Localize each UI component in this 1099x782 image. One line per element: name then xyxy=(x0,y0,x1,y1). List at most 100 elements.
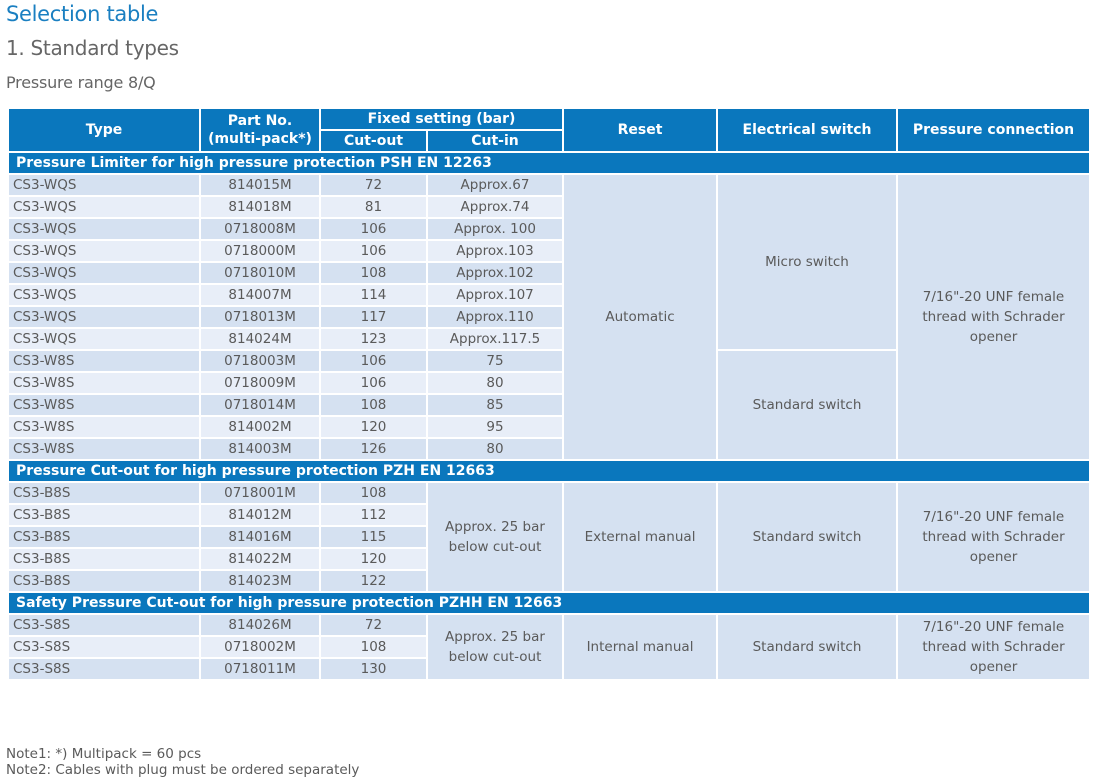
cell-type: CS3-S8S xyxy=(7,635,201,659)
cell-part-no: 814007M xyxy=(199,283,321,307)
cell-cut-out: 108 xyxy=(319,635,428,659)
cell-type: CS3-W8S xyxy=(7,415,201,439)
header-part-no: Part No. (multi-pack*) xyxy=(199,107,321,153)
cell-reset: External manual xyxy=(562,481,719,593)
cell-cut-out: 106 xyxy=(319,349,428,373)
cell-type: CS3-B8S xyxy=(7,503,201,527)
section-header: Safety Pressure Cut-out for high pressur… xyxy=(6,591,1092,615)
cell-part-no: 814022M xyxy=(199,547,321,571)
cell-electrical-switch: Standard switch xyxy=(716,349,899,461)
cell-part-no: 814012M xyxy=(199,503,321,527)
cell-cut-out: 72 xyxy=(319,613,428,637)
cell-cut-out: 106 xyxy=(319,371,428,395)
cell-type: CS3-B8S xyxy=(7,525,201,549)
cell-cut-in: 80 xyxy=(425,371,565,395)
cell-electrical-switch: Standard switch xyxy=(716,481,899,593)
table-header: Type Part No. (multi-pack*) Fixed settin… xyxy=(7,107,1092,153)
section-header: Pressure Cut-out for high pressure prote… xyxy=(6,459,1092,483)
cell-part-no: 814003M xyxy=(199,437,321,461)
note-2: Note2: Cables with plug must be ordered … xyxy=(6,762,360,778)
header-type: Type xyxy=(7,107,201,153)
cell-cut-out: 120 xyxy=(319,415,428,439)
section-title: Pressure Cut-out for high pressure prote… xyxy=(6,459,1092,483)
selection-table: Type Part No. (multi-pack*) Fixed settin… xyxy=(6,107,1092,681)
cell-cut-out: 81 xyxy=(319,195,428,219)
cell-cut-in: Approx.110 xyxy=(425,305,565,329)
cell-cut-out: 114 xyxy=(319,283,428,307)
cell-cut-in: Approx. 25 bar below cut-out xyxy=(425,613,565,681)
cell-cut-in: Approx.117.5 xyxy=(425,327,565,351)
cell-type: CS3-WQS xyxy=(7,195,201,219)
cell-type: CS3-W8S xyxy=(7,349,201,373)
cell-type: CS3-WQS xyxy=(7,239,201,263)
table-body: Pressure Limiter for high pressure prote… xyxy=(6,151,1092,681)
cell-part-no: 0718009M xyxy=(199,371,321,395)
cell-part-no: 0718001M xyxy=(199,481,321,505)
section-subtitle: 1. Standard types xyxy=(6,36,179,60)
cell-part-no: 814018M xyxy=(199,195,321,219)
cell-cut-out: 106 xyxy=(319,217,428,241)
cell-part-no: 814016M xyxy=(199,525,321,549)
cell-part-no: 0718010M xyxy=(199,261,321,285)
header-electrical-switch: Electrical switch xyxy=(716,107,899,153)
cell-type: CS3-WQS xyxy=(7,305,201,329)
cell-type: CS3-WQS xyxy=(7,217,201,241)
cell-type: CS3-B8S xyxy=(7,547,201,571)
cell-cut-in: 95 xyxy=(425,415,565,439)
note-1: Note1: *) Multipack = 60 pcs xyxy=(6,746,202,762)
cell-cut-out: 108 xyxy=(319,261,428,285)
cell-part-no: 0718008M xyxy=(199,217,321,241)
cell-part-no: 0718013M xyxy=(199,305,321,329)
cell-part-no: 814024M xyxy=(199,327,321,351)
cell-cut-out: 117 xyxy=(319,305,428,329)
cell-reset: Internal manual xyxy=(562,613,719,681)
cell-pressure-connection: 7/16"-20 UNF female thread with Schrader… xyxy=(896,481,1092,593)
cell-cut-in: 85 xyxy=(425,393,565,417)
header-cut-in: Cut-in xyxy=(425,129,565,153)
cell-cut-out: 120 xyxy=(319,547,428,571)
cell-part-no: 814015M xyxy=(199,173,321,197)
cell-cut-out: 123 xyxy=(319,327,428,351)
cell-type: CS3-S8S xyxy=(7,613,201,637)
header-reset: Reset xyxy=(562,107,719,153)
cell-cut-out: 108 xyxy=(319,393,428,417)
cell-cut-in: Approx.107 xyxy=(425,283,565,307)
cell-part-no: 814023M xyxy=(199,569,321,593)
cell-type: CS3-W8S xyxy=(7,393,201,417)
table-row: CS3-WQS 814015M 72 Approx.67 Automatic Micro … xyxy=(7,173,1092,461)
section-title: Safety Pressure Cut-out for high pressur… xyxy=(6,591,1092,615)
cell-type: CS3-WQS xyxy=(7,327,201,351)
cell-cut-in: Approx. 100 xyxy=(425,217,565,241)
section-title: Pressure Limiter for high pressure prote… xyxy=(6,151,1092,175)
cell-cut-in: Approx.103 xyxy=(425,239,565,263)
cell-part-no: 0718003M xyxy=(199,349,321,373)
cell-type: CS3-WQS xyxy=(7,261,201,285)
notes: Note1: *) Multipack = 60 pcs Note2: Cabl… xyxy=(6,746,359,778)
cell-cut-in: Approx.102 xyxy=(425,261,565,285)
cell-type: CS3-W8S xyxy=(7,437,201,461)
cell-electrical-switch: Micro switch xyxy=(716,173,899,351)
cell-reset: Automatic xyxy=(562,173,719,461)
cell-part-no: 0718000M xyxy=(199,239,321,263)
cell-electrical-switch: Standard switch xyxy=(716,613,899,681)
cell-part-no: 0718002M xyxy=(199,635,321,659)
cell-part-no: 814026M xyxy=(199,613,321,637)
cell-type: CS3-WQS xyxy=(7,173,201,197)
cell-cut-out: 108 xyxy=(319,481,428,505)
cell-type: CS3-WQS xyxy=(7,283,201,307)
header-pressure-connection: Pressure connection xyxy=(896,107,1092,153)
header-cut-out: Cut-out xyxy=(319,129,428,153)
cell-cut-out: 126 xyxy=(319,437,428,461)
cell-cut-in: Approx.74 xyxy=(425,195,565,219)
table-row: CS3-B8S 0718001M 108 Approx. 25 bar below c… xyxy=(7,481,1092,593)
section-header: Pressure Limiter for high pressure prote… xyxy=(6,151,1092,175)
cell-cut-in: 75 xyxy=(425,349,565,373)
cell-type: CS3-W8S xyxy=(7,371,201,395)
cell-cut-out: 106 xyxy=(319,239,428,263)
cell-cut-out: 122 xyxy=(319,569,428,593)
cell-cut-in: Approx. 25 bar below cut-out xyxy=(425,481,565,593)
header-fixed-setting: Fixed setting (bar) xyxy=(318,107,565,131)
pressure-range-label: Pressure range 8/Q xyxy=(6,73,156,92)
cell-cut-in: 80 xyxy=(425,437,565,461)
cell-pressure-connection: 7/16"-20 UNF female thread with Schrader… xyxy=(896,613,1092,681)
